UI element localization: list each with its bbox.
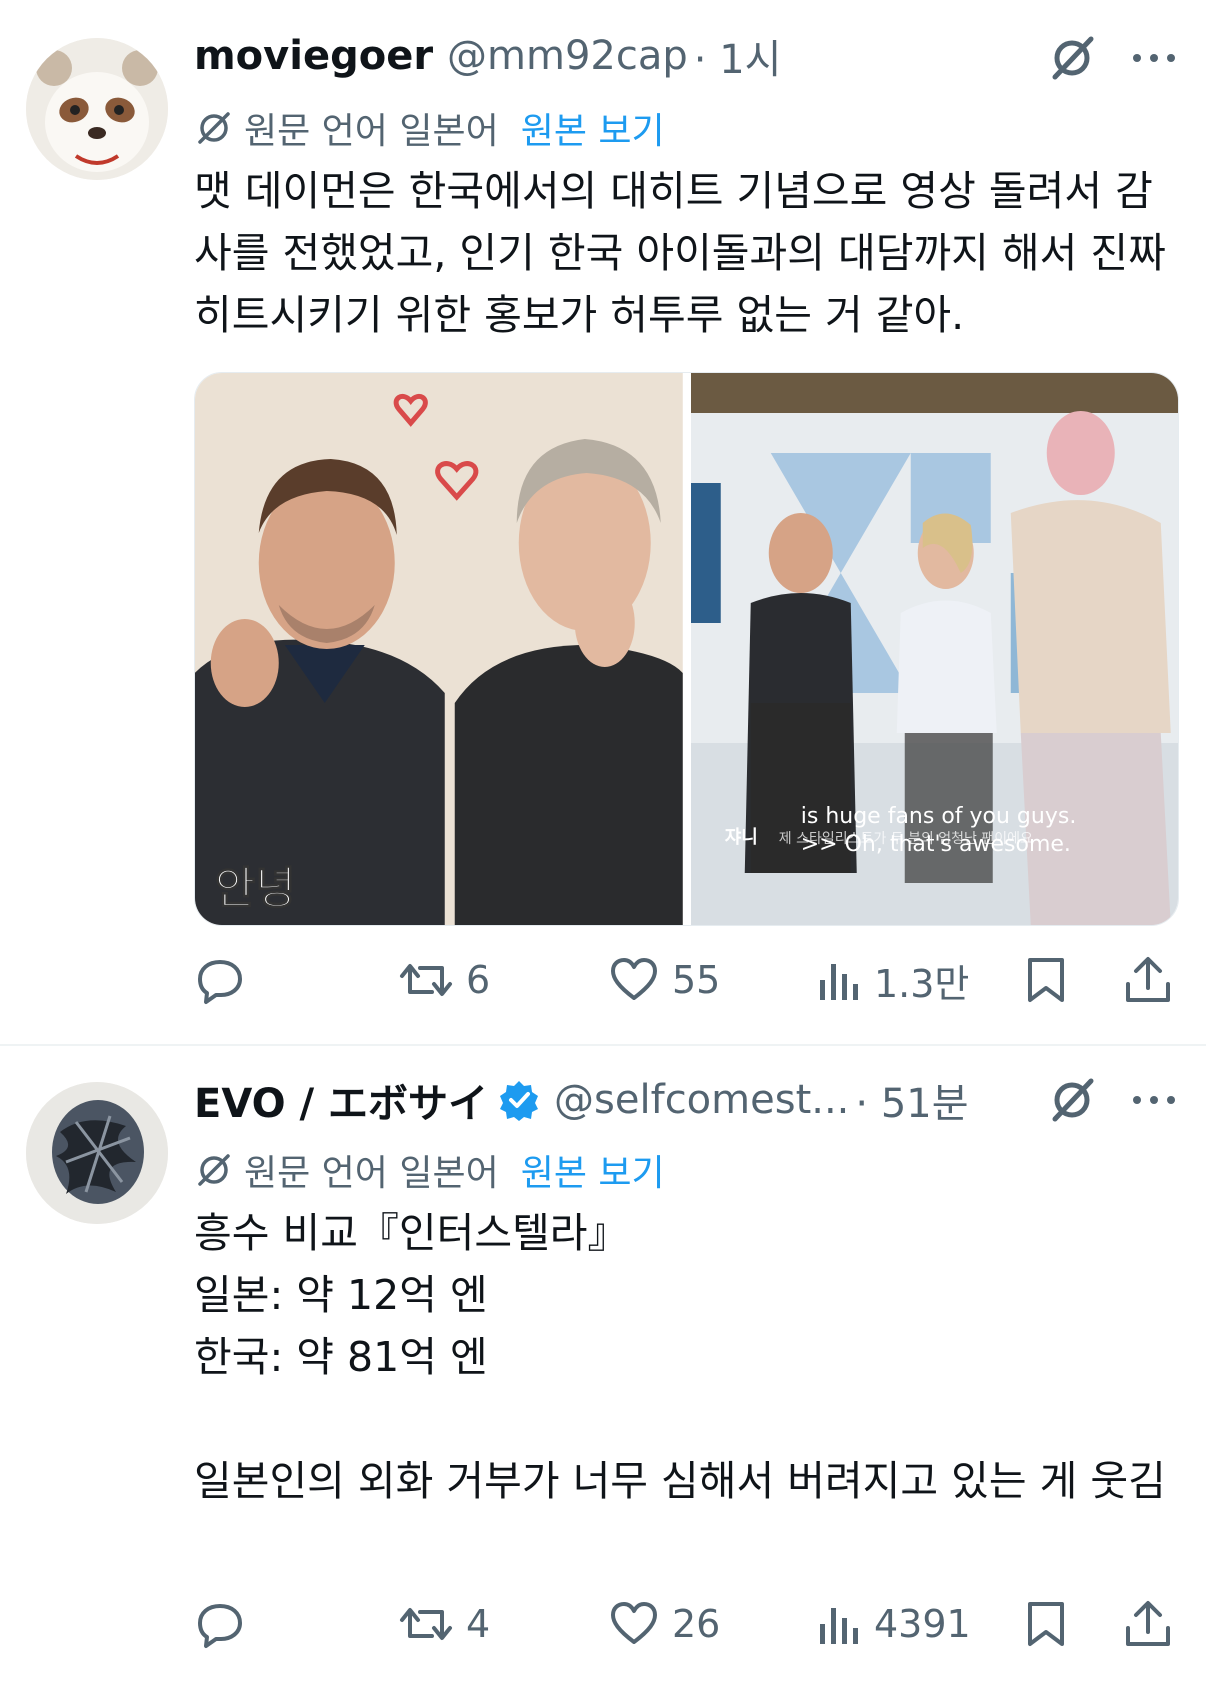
retweet-icon xyxy=(400,964,452,996)
photo-left[interactable]: 안녕 xyxy=(195,373,683,925)
analytics-icon xyxy=(820,1608,858,1644)
photo-left-caption: 안녕 xyxy=(215,863,296,914)
abstract-avatar-image xyxy=(26,1082,168,1224)
timestamp[interactable]: · 51분 xyxy=(855,1071,968,1129)
grok-icon[interactable] xyxy=(1044,30,1100,86)
tweet-actions: 6 55 1.3만 xyxy=(194,948,1170,1012)
avatar[interactable] xyxy=(26,38,168,180)
translation-notice: 원문 언어 일본어 원본 보기 xyxy=(194,1142,665,1198)
subtitle-kr-name: 쟈니 xyxy=(724,827,757,848)
display-name[interactable]: EVO / エボサイ xyxy=(194,1071,488,1129)
heart-icon xyxy=(611,958,657,1000)
user-handle[interactable]: @selfcomest... xyxy=(554,1077,849,1123)
views-button[interactable]: 4391 xyxy=(818,1592,971,1656)
share-icon xyxy=(1126,1601,1170,1646)
translation-label: 원문 언어 일본어 xyxy=(244,1153,499,1194)
grok-icon[interactable] xyxy=(1044,1072,1100,1128)
tweet-text: 흥수 비교『인터스텔라』 일본: 약 12억 엔 한국: 약 81억 엔 일본인… xyxy=(194,1209,1166,1505)
view-count: 1.3만 xyxy=(874,961,970,1006)
tweet-text: 맷 데이먼은 한국에서의 대히트 기념으로 영상 돌려서 감사를 전했었고, 인… xyxy=(194,167,1179,339)
more-options-icon[interactable] xyxy=(1126,30,1182,86)
heart-icon xyxy=(611,1602,657,1644)
retweet-count: 4 xyxy=(466,1602,491,1646)
timestamp[interactable]: · 1시 xyxy=(694,27,782,85)
analytics-icon xyxy=(820,964,858,1000)
display-name[interactable]: moviegoer xyxy=(194,33,433,79)
panda-avatar-image xyxy=(26,38,168,180)
user-handle[interactable]: @mm92cap xyxy=(447,33,688,79)
reply-button[interactable] xyxy=(194,1592,258,1656)
tweet[interactable]: EVO / エボサイ @selfcomest... · 51분 원문 언어 일본… xyxy=(0,1046,1206,1690)
bookmark-button[interactable] xyxy=(1024,948,1068,1012)
like-button[interactable]: 26 xyxy=(608,1592,720,1656)
view-count: 4391 xyxy=(874,1602,971,1646)
avatar[interactable] xyxy=(26,1082,168,1224)
like-count: 55 xyxy=(672,958,721,1002)
share-button[interactable] xyxy=(1124,948,1172,1012)
view-original-link[interactable]: 원본 보기 xyxy=(521,1144,665,1196)
share-button[interactable] xyxy=(1124,1592,1172,1656)
bookmark-icon xyxy=(1028,1602,1064,1646)
photo-right-image: is huge fans of you guys. >> Oh, that's … xyxy=(690,373,1178,925)
photo-left-image: 안녕 xyxy=(195,373,683,925)
like-button[interactable]: 55 xyxy=(608,948,720,1012)
reply-icon xyxy=(198,1604,242,1648)
subtitle-en-1: is huge fans of you guys. xyxy=(800,804,1076,829)
translation-notice: 원문 언어 일본어 원본 보기 xyxy=(194,100,665,156)
bookmark-icon xyxy=(1028,958,1064,1002)
tweet[interactable]: moviegoer @mm92cap · 1시 원문 언어 일본어 원본 보기 … xyxy=(0,0,1206,1044)
reply-icon xyxy=(198,960,242,1004)
retweet-icon xyxy=(400,1608,452,1640)
bookmark-button[interactable] xyxy=(1024,1592,1068,1656)
translation-label: 원문 언어 일본어 xyxy=(244,111,499,152)
tweet-actions: 4 26 4391 xyxy=(194,1592,1170,1656)
translate-icon xyxy=(198,1154,230,1186)
subtitle-kr: 제 스타일리스트가 두 분의 엄청난 팬이에요 xyxy=(778,831,1032,847)
translate-icon xyxy=(198,112,230,144)
media-grid[interactable]: 안녕 is huge fans of you guys. >> Oh, that… xyxy=(194,372,1179,926)
retweet-count: 6 xyxy=(466,958,491,1002)
view-original-link[interactable]: 원본 보기 xyxy=(521,102,665,154)
retweet-button[interactable]: 6 xyxy=(398,948,490,1012)
retweet-button[interactable]: 4 xyxy=(398,1592,490,1656)
like-count: 26 xyxy=(672,1602,721,1646)
photo-right[interactable]: is huge fans of you guys. >> Oh, that's … xyxy=(690,373,1178,925)
more-options-icon[interactable] xyxy=(1126,1072,1182,1128)
verified-badge-icon xyxy=(500,1081,539,1121)
reply-button[interactable] xyxy=(194,948,258,1012)
views-button[interactable]: 1.3만 xyxy=(818,948,969,1012)
share-icon xyxy=(1126,957,1170,1002)
